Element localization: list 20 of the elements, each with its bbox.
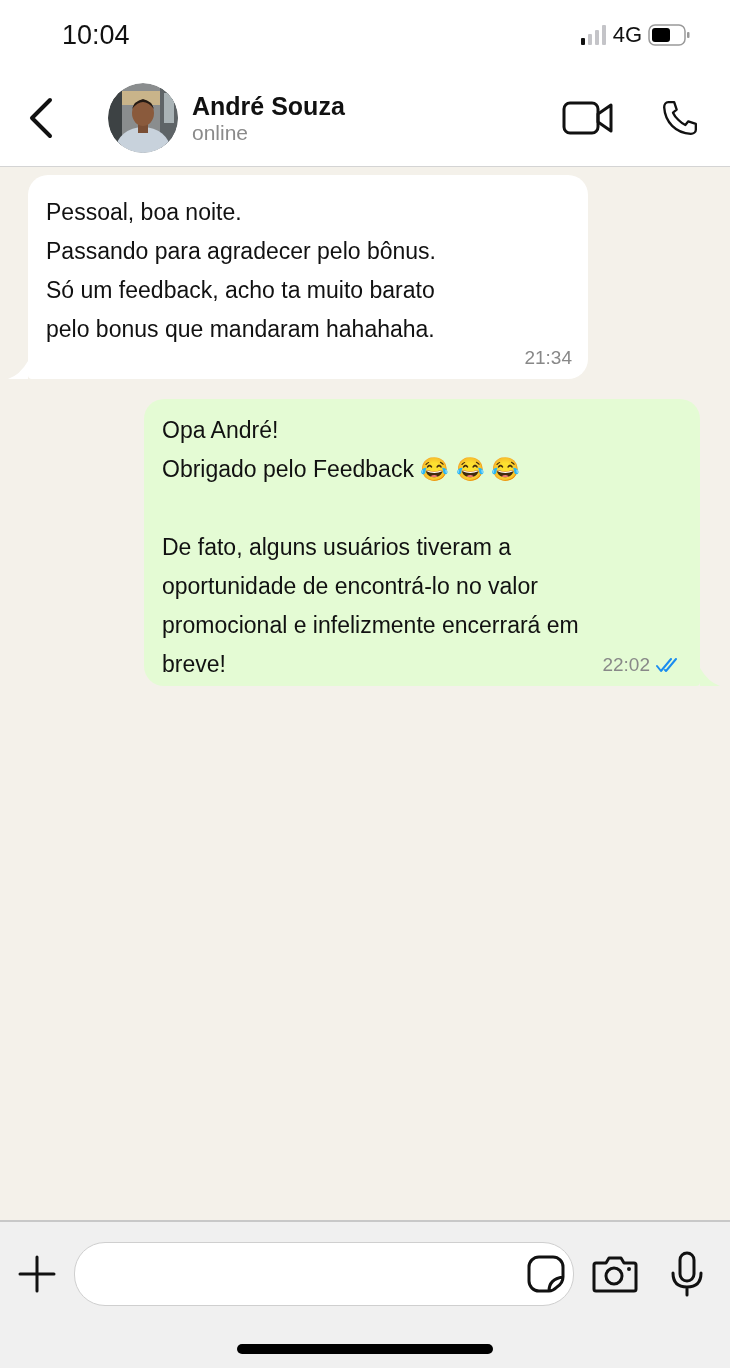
phone-icon — [660, 98, 700, 138]
camera-icon — [592, 1255, 638, 1293]
battery-icon — [648, 24, 690, 46]
received-message-bubble[interactable]: Pessoal, boa noite. Passando para agradecer pelo bônus. Só um feedback, acho ta muito barato pelo bonus que mandaram hahahaha. 21:34 — [28, 175, 588, 379]
sticker-icon[interactable] — [527, 1255, 565, 1293]
sent-message-bubble[interactable]: Opa André! Obrigado pelo Feedback 😂 😂 😂 De fato, alguns usuários tiveram a oportunidade de encontrá-lo no valor promocional e infelizmente encerrará em breve! 22:02 — [144, 399, 700, 686]
chevron-left-icon — [28, 97, 54, 139]
status-time: 10:04 — [62, 19, 130, 51]
message-text: Pessoal, boa noite. Passando para agradecer pelo bônus. Só um feedback, acho ta muito barato pelo bonus que mandaram hahahaha. — [46, 198, 436, 344]
message-time: 22:02 — [602, 653, 650, 677]
message-input[interactable] — [74, 1242, 574, 1306]
message-time: 21:34 — [524, 346, 572, 370]
contact-status: online — [192, 120, 250, 145]
message-text: Opa André! Obrigado pelo Feedback 😂 😂 😂 De fato, alguns usuários tiveram a oportunidade de encontrá-lo no valor promocional e infelizmente encerrará em breve! — [162, 416, 579, 679]
signal-icon — [580, 25, 607, 45]
contact-name[interactable]: André Souza — [192, 91, 558, 121]
plus-icon — [18, 1255, 56, 1293]
video-camera-icon — [562, 101, 614, 135]
network-label: 4G — [612, 22, 642, 48]
microphone-icon — [670, 1251, 704, 1297]
